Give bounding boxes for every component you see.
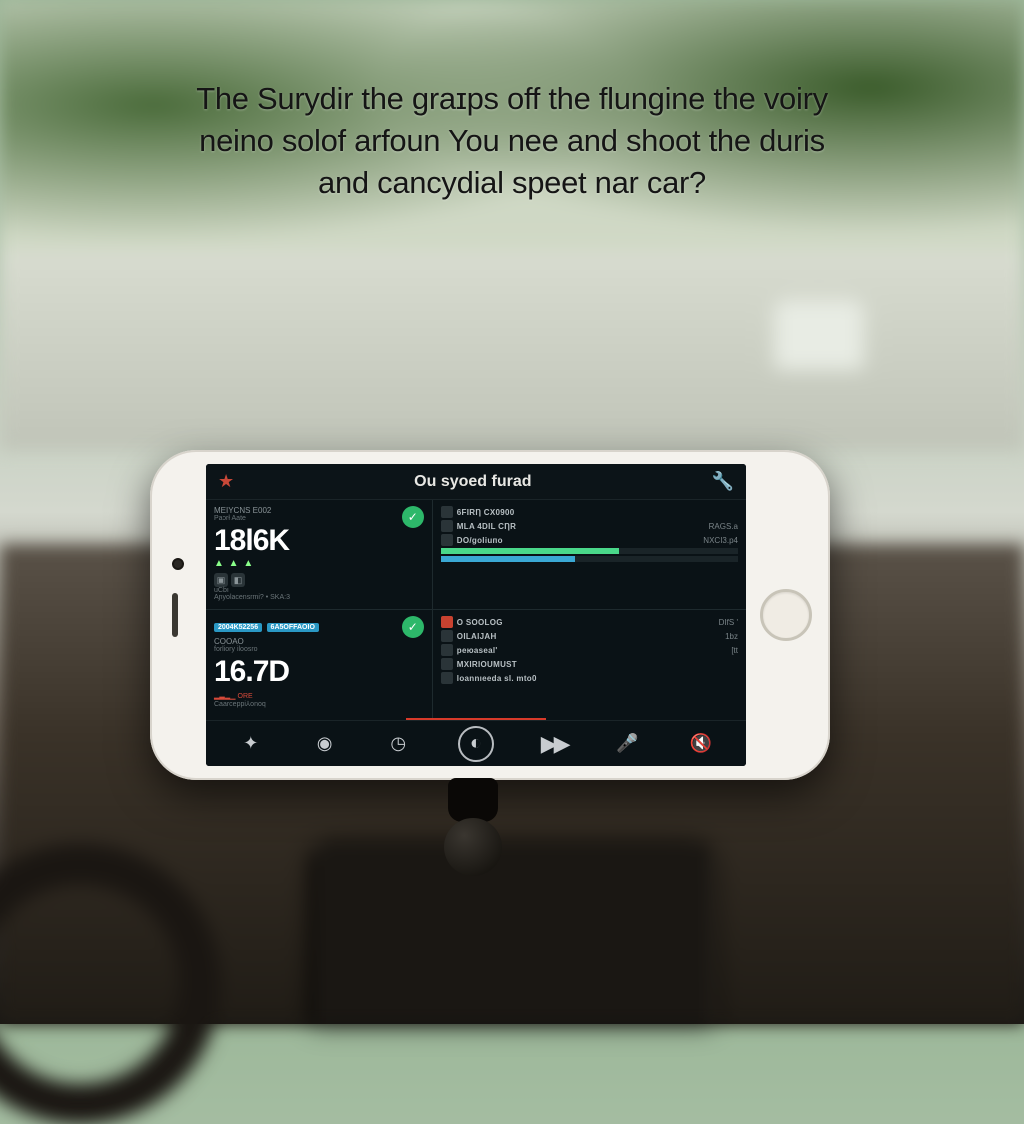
- voice-button[interactable]: 🎤: [613, 730, 641, 758]
- panel-value: 18l6K: [214, 524, 424, 558]
- phone-mount-ball: [444, 818, 502, 876]
- dashboard-grid: MEiYcns e002 Paɔrł Aate 18l6K ▲ ▲ ▲ ▣ ◧ …: [206, 500, 746, 720]
- phone-front-camera: [172, 558, 184, 570]
- gauge-button[interactable]: ◷: [384, 730, 412, 758]
- row-icon: [441, 658, 453, 670]
- panel-foot: Aɲyolacensrmi? • SKA:3: [214, 594, 424, 601]
- headline-line-3: and cancydial speet nar car?: [318, 165, 706, 200]
- shield-badge-icon: [402, 616, 424, 638]
- tag: 6A5OFFAOIO: [267, 623, 319, 632]
- data-row: peюaseal' [tt: [441, 644, 738, 656]
- panel-label: MEiYcns e002: [214, 506, 424, 515]
- active-indicator: [406, 718, 546, 720]
- panel-top-left[interactable]: MEiYcns e002 Paɔrł Aate 18l6K ▲ ▲ ▲ ▣ ◧ …: [206, 500, 433, 610]
- data-row: loannıeeda sl. mto0: [441, 672, 738, 684]
- mini-icon[interactable]: ▣: [214, 573, 228, 587]
- row-value: NXCI3.p4: [703, 536, 738, 545]
- panel-label: COOAO: [214, 637, 424, 646]
- row-value: 1bz: [725, 632, 738, 641]
- row-label: O SOOLOG: [457, 618, 715, 627]
- tag: 2004K52256: [214, 623, 262, 632]
- panel-top-right[interactable]: 6FIRȠ CX0900 MLA 4DIL CȠR RAGS.a DO/goli…: [433, 500, 746, 610]
- row-icon: [441, 630, 453, 642]
- star-icon[interactable]: ★: [218, 471, 234, 492]
- progress-bar: [441, 548, 738, 554]
- panel-sub: forliory iloosro: [214, 646, 424, 653]
- check-badge-icon: [402, 506, 424, 528]
- smartphone-device: ★ Ou syoed furad 🔧 MEiYcns e002 Paɔrł Aa…: [150, 450, 830, 780]
- data-row: DO/goliuпo NXCI3.p4: [441, 534, 738, 546]
- row-label: peюaseal': [457, 646, 728, 655]
- row-icon: [441, 644, 453, 656]
- fast-forward-button[interactable]: ▶▶: [540, 730, 568, 758]
- panel-sub: Paɔrł Aate: [214, 515, 424, 522]
- mini-icon[interactable]: ◧: [231, 573, 245, 587]
- mini-icon-row: ▣ ◧: [214, 573, 424, 587]
- data-row: 6FIRȠ CX0900: [441, 506, 738, 518]
- panel-extra: uCbı: [214, 587, 424, 594]
- row-icon: [441, 672, 453, 684]
- row-icon: [441, 520, 453, 532]
- headline-line-1: The Surydir the graɪps off the flungine …: [196, 81, 828, 116]
- row-icon: [441, 534, 453, 546]
- headline-text: The Surydir the graɪps off the flungine …: [70, 78, 954, 204]
- camera-button[interactable]: ◉: [311, 730, 339, 758]
- headline-line-2: neino solof arfoun You nee and shoot the…: [199, 123, 825, 158]
- app-title: Ou syoed furad: [414, 473, 531, 491]
- row-label: MLA 4DIL CȠR: [457, 522, 705, 531]
- progress-bar: [441, 556, 738, 562]
- data-row: O SOOLOG DIfS ': [441, 616, 738, 628]
- app-toolbar: ✦ ◉ ◷ ◐ ▶▶ 🎤 🔇: [206, 720, 746, 766]
- panel-foot: Caarceppi⅄onoq: [214, 700, 424, 708]
- microphone-button[interactable]: ◐: [458, 726, 494, 762]
- row-label: 6FIRȠ CX0900: [457, 508, 734, 517]
- share-button[interactable]: ✦: [237, 730, 265, 758]
- data-row: MLA 4DIL CȠR RAGS.a: [441, 520, 738, 532]
- home-button[interactable]: [760, 589, 812, 641]
- row-label: DO/goliuпo: [457, 536, 700, 545]
- row-label: OILAlJAH: [457, 632, 721, 641]
- phone-screen: ★ Ou syoed furad 🔧 MEiYcns e002 Paɔrł Aa…: [206, 464, 746, 766]
- phone-speaker: [172, 593, 178, 637]
- arrow-indicators: ▲ ▲ ▲: [214, 558, 424, 569]
- row-value: [tt: [731, 646, 738, 655]
- row-value: DIfS ': [719, 618, 738, 627]
- row-icon: [441, 506, 453, 518]
- row-label: MXIRIOUMUST: [457, 660, 738, 669]
- panel-bottom-left[interactable]: 2004K52256 6A5OFFAOIO COOAO forliory ilo…: [206, 610, 433, 720]
- panel-value: 16.7D: [214, 655, 424, 689]
- data-row: MXIRIOUMUST: [441, 658, 738, 670]
- wrench-icon[interactable]: 🔧: [712, 471, 734, 492]
- row-label: loannıeeda sl. mto0: [457, 674, 738, 683]
- app-header: ★ Ou syoed furad 🔧: [206, 464, 746, 500]
- row-icon: [441, 616, 453, 628]
- warning-indicator: ▂▃▂▁ ORE: [214, 692, 424, 700]
- mute-button[interactable]: 🔇: [687, 730, 715, 758]
- row-value: RAGS.a: [709, 522, 738, 531]
- panel-bottom-right[interactable]: O SOOLOG DIfS ' OILAlJAH 1bz peюaseal' […: [433, 610, 746, 720]
- data-row: OILAlJAH 1bz: [441, 630, 738, 642]
- phone-mount-arm: [448, 778, 498, 822]
